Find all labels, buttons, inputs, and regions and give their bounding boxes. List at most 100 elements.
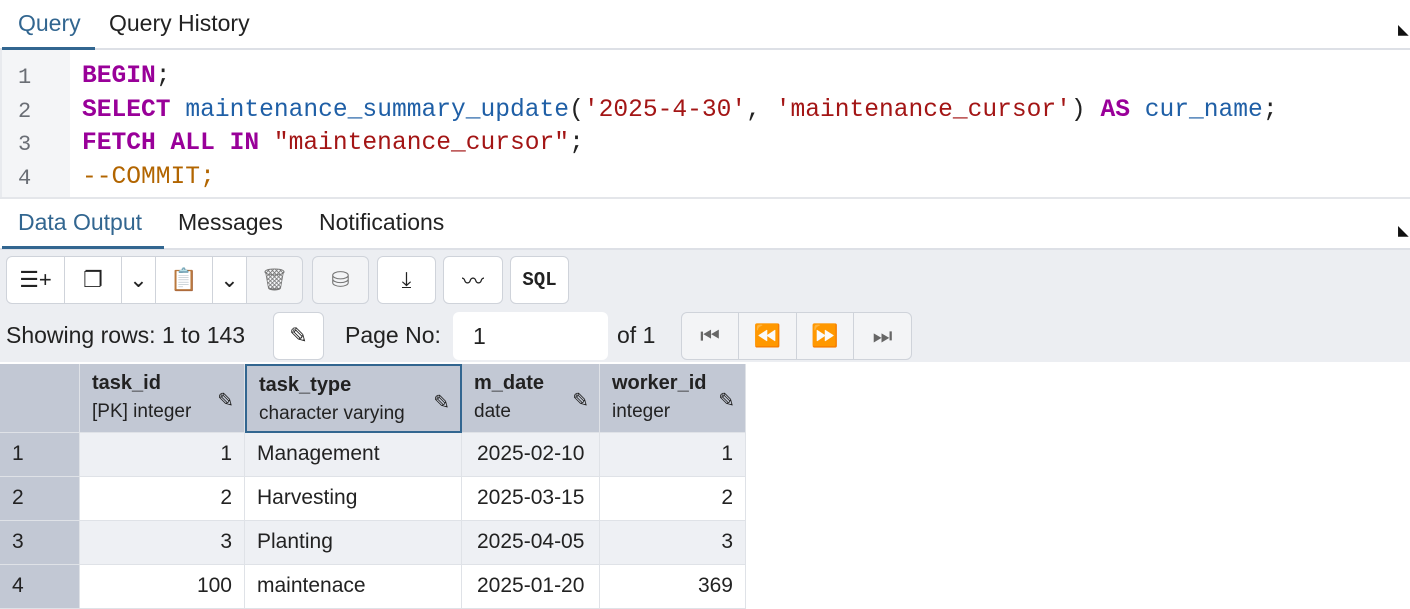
- code-line: SELECT maintenance_summary_update('2025-…: [82, 97, 1278, 124]
- code-token: ;: [1262, 96, 1278, 124]
- output-tabs: Data Output Messages Notifications ◣: [0, 197, 1410, 250]
- table-cell[interactable]: 2025-02-10: [462, 433, 600, 477]
- column-name: worker_id: [612, 372, 707, 394]
- table-cell[interactable]: 1: [600, 433, 746, 477]
- column-type: [PK] integer: [92, 401, 192, 422]
- table-cell[interactable]: 3: [600, 521, 746, 565]
- table-cell[interactable]: 2025-04-05: [462, 521, 600, 565]
- code-line: --COMMIT;: [82, 164, 215, 191]
- column-header-task_type[interactable]: task_type character varying ✎: [245, 364, 462, 433]
- paste-button[interactable]: 📋: [155, 256, 213, 304]
- table-cell[interactable]: 3: [80, 521, 245, 565]
- minimize-icon[interactable]: ◣: [1398, 223, 1410, 237]
- delete-button[interactable]: 🗑: [246, 256, 303, 304]
- line-number: 3: [18, 132, 32, 157]
- table-cell[interactable]: 1: [80, 433, 245, 477]
- save-data-button[interactable]: ⛁: [312, 256, 369, 304]
- row-number[interactable]: 3: [0, 521, 80, 565]
- code-token: "maintenance_cursor": [273, 130, 570, 157]
- first-page-button[interactable]: ⏮: [681, 312, 739, 360]
- pencil-icon[interactable]: ✎: [718, 388, 735, 413]
- code-token: ,: [746, 96, 776, 124]
- code-token: --COMMIT;: [82, 163, 215, 191]
- table-cell[interactable]: Planting: [245, 521, 462, 565]
- column-type: integer: [612, 401, 671, 422]
- code-token: 'maintenance_cursor': [775, 96, 1071, 124]
- code-line: BEGIN;: [82, 63, 171, 90]
- add-row-button[interactable]: ☰+: [6, 256, 65, 304]
- next-page-button[interactable]: ⏩: [796, 312, 854, 360]
- row-number[interactable]: 1: [0, 433, 80, 477]
- tab-messages[interactable]: Messages: [162, 199, 299, 249]
- table-cell[interactable]: Management: [245, 433, 462, 477]
- paste-options-button[interactable]: ⌄: [212, 256, 247, 304]
- row-number-header: [0, 364, 80, 433]
- copy-options-button[interactable]: ⌄: [121, 256, 156, 304]
- add-row-icon: ☰+: [19, 267, 52, 292]
- minimize-icon[interactable]: ◣: [1398, 22, 1410, 36]
- line-number: 1: [18, 65, 32, 90]
- code-token: ): [1070, 96, 1101, 124]
- column-header-m_date[interactable]: m_date date ✎: [462, 364, 600, 433]
- code-token: cur_name: [1144, 96, 1263, 124]
- graph-button[interactable]: 〰: [443, 256, 503, 304]
- line-chart-icon: 〰: [461, 269, 484, 294]
- edit-rows-button[interactable]: ✎: [273, 312, 324, 360]
- table-cell[interactable]: 100: [80, 565, 245, 609]
- clipboard-icon: 📋: [170, 267, 198, 292]
- page-input[interactable]: 1: [453, 312, 608, 360]
- line-number: 4: [18, 165, 32, 191]
- pencil-icon[interactable]: ✎: [433, 390, 450, 415]
- chevron-down-icon: ⌄: [220, 267, 239, 292]
- table-cell[interactable]: 2025-01-20: [462, 565, 600, 609]
- code-token: FETCH ALL IN: [82, 130, 260, 157]
- table-cell[interactable]: maintenace: [245, 565, 462, 609]
- tab-query[interactable]: Query: [2, 0, 95, 50]
- results-toolbar: ☰+ ❐ ⌄ 📋 ⌄ 🗑 ⛁ ⤓ 〰 SQL Showing rows: 1 t…: [0, 250, 1410, 362]
- sql-editor[interactable]: 1 BEGIN; 2 SELECT maintenance_summary_updat…: [0, 50, 1410, 197]
- prev-page-button[interactable]: ⏪: [738, 312, 797, 360]
- code-token: ;: [155, 63, 171, 90]
- table-cell[interactable]: Harvesting: [245, 477, 462, 521]
- tab-data-output[interactable]: Data Output: [2, 199, 164, 249]
- table-cell[interactable]: 369: [600, 565, 746, 609]
- code-token: '2025-4-30': [583, 96, 747, 124]
- code-line: FETCH ALL IN "maintenance_cursor";: [82, 130, 584, 157]
- row-number[interactable]: 2: [0, 477, 80, 521]
- copy-button[interactable]: ❐: [64, 256, 122, 304]
- code-token: AS: [1100, 96, 1130, 124]
- tab-query-history[interactable]: Query History: [93, 0, 266, 50]
- table-cell[interactable]: 2025-03-15: [462, 477, 600, 521]
- tab-notifications[interactable]: Notifications: [303, 199, 460, 249]
- fast-forward-icon: ⏩: [811, 323, 839, 348]
- page-label: Page No:: [345, 322, 441, 348]
- code-token: BEGIN: [82, 63, 156, 90]
- first-page-icon: ⏮: [700, 323, 720, 348]
- download-icon: ⤓: [401, 267, 412, 292]
- rows-info: Showing rows: 1 to 143: [6, 322, 246, 348]
- page-count: of 1: [617, 322, 656, 348]
- column-type: character varying: [259, 403, 405, 424]
- sql-button[interactable]: SQL: [510, 256, 569, 304]
- column-header-worker_id[interactable]: worker_idinteger ✎: [600, 364, 746, 433]
- table-cell[interactable]: 2: [600, 477, 746, 521]
- table-cell[interactable]: 2: [80, 477, 245, 521]
- last-page-button[interactable]: ⏭: [853, 312, 912, 360]
- query-tabs: Query Query History ◣: [0, 0, 1410, 50]
- column-type: date: [474, 401, 511, 422]
- copy-icon: ❐: [83, 267, 103, 292]
- row-number[interactable]: 4: [0, 565, 80, 609]
- column-header-task_id[interactable]: task_id [PK] integer ✎: [80, 364, 245, 433]
- download-button[interactable]: ⤓: [377, 256, 436, 304]
- column-name: task_id: [92, 372, 161, 394]
- pencil-icon[interactable]: ✎: [217, 388, 234, 413]
- chevron-down-icon: ⌄: [129, 267, 148, 292]
- rewind-icon: ⏪: [753, 323, 782, 348]
- pencil-icon[interactable]: ✎: [572, 388, 589, 413]
- line-number: 2: [18, 98, 32, 124]
- database-save-icon: ⛁: [331, 267, 350, 292]
- code-token: maintenance_summary_update: [185, 96, 570, 124]
